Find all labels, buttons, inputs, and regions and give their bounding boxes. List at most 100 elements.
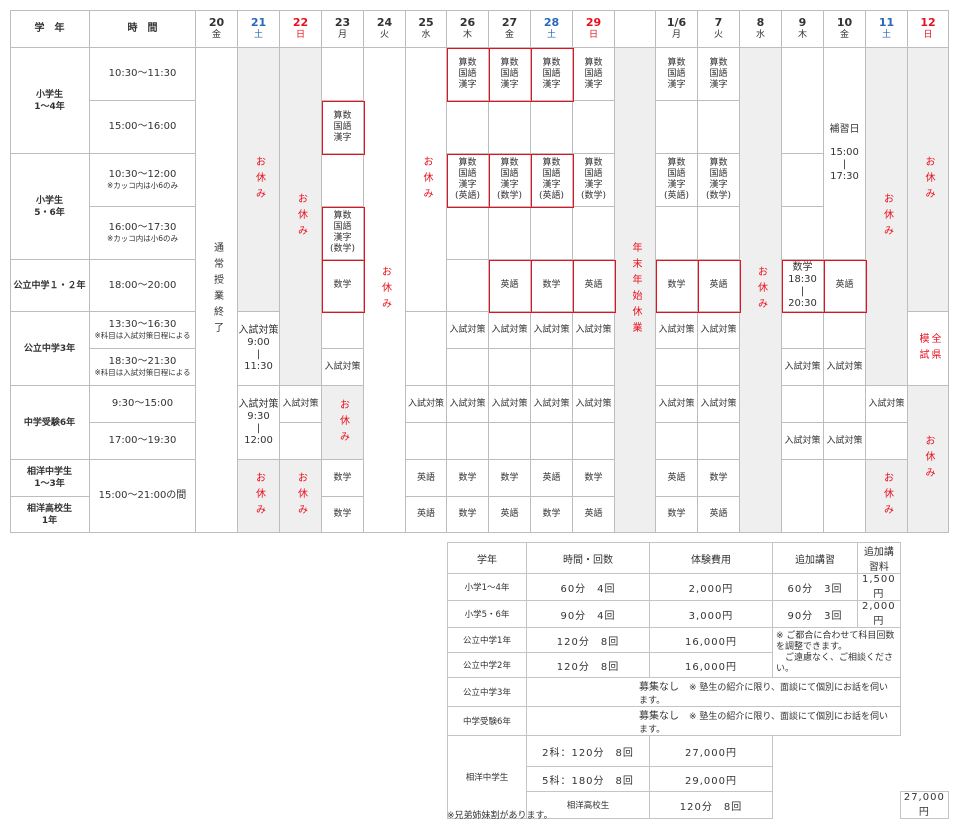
table-row: 相洋中学生 2科：120分 8回 27,000円: [447, 735, 949, 819]
cell-text: 全県 模試: [917, 332, 940, 365]
empty-cell: [489, 101, 531, 154]
exam-cell: 入試対策: [447, 386, 489, 423]
price-extra: 90分 3回: [772, 600, 858, 628]
subject-cell: 算数 国語 漢字 (英語): [447, 154, 489, 207]
empty-cell: [698, 101, 740, 154]
subject-cell: 算数 国語 漢字: [698, 48, 740, 101]
cell-text: 相洋高校生 1年: [26, 503, 72, 526]
cell-text: 入試対策: [407, 398, 444, 409]
cell-text: 入試対策: [324, 361, 361, 372]
subject-cell: 数学: [489, 460, 531, 497]
header-time: 時 間: [90, 10, 196, 48]
cell-text: 数学: [500, 472, 519, 483]
day-weekday: 月: [337, 30, 347, 40]
empty-cell: [447, 349, 489, 386]
cell-text: 入試対策: [784, 435, 821, 446]
day-number: 23: [334, 16, 351, 29]
cell-text: 小学生 5・6年: [34, 195, 65, 218]
school-end-cell: 通常授業終了: [196, 48, 238, 533]
cell-text: お休み: [253, 155, 265, 204]
cell-text: 英語: [500, 509, 519, 519]
subject-cell: 算数 国語 漢字 (数学): [322, 207, 364, 260]
cell-text: 時 間: [127, 23, 158, 34]
subject-cell: 数学: [531, 260, 573, 312]
time-label: 15:00～21:00の間: [90, 460, 196, 533]
exam-cell: 入試対策: [573, 386, 615, 423]
price-no-recruit: 募集なし ※ 塾生の紹介に限り、面談にて個別にお話を伺います。: [526, 706, 901, 736]
day-number: 22: [292, 16, 309, 29]
day-number: 25: [418, 16, 434, 29]
cell-text: 英語: [709, 509, 728, 519]
day-number: 10: [836, 16, 853, 29]
empty-cell: [698, 349, 740, 386]
day-weekday: 月: [671, 30, 681, 40]
day-weekday: 水: [421, 30, 431, 40]
cell-text: お休み: [755, 266, 767, 314]
day-header: 20 金: [196, 10, 238, 48]
cell-text: お休み: [253, 472, 265, 520]
cell-text: お休み: [923, 435, 934, 483]
cell-text: 数学 18:30 | 20:30: [788, 261, 817, 309]
price-fee: 16,000円: [649, 627, 773, 653]
cell-text: 16:00～17:30: [108, 222, 177, 233]
cell-text: 英語: [542, 472, 561, 483]
price-header: 体験費用: [649, 542, 773, 574]
cell-text: 入試対策: [658, 324, 695, 335]
day-header: 11 土: [866, 10, 908, 48]
day-header: 9木: [782, 10, 824, 48]
day-weekday: 日: [588, 30, 598, 40]
day-header: 7火: [698, 10, 740, 48]
subject-cell: 算数 国語 漢字 (英語): [656, 154, 698, 207]
cell-text: 数学: [667, 509, 686, 519]
day-number: 24: [376, 16, 393, 29]
cell-text: 入試対策: [533, 398, 570, 409]
empty-cell: [782, 386, 824, 423]
grade-label: 公立中学１・２年: [10, 260, 90, 312]
grade-label: 相洋高校生 1年: [10, 497, 90, 533]
holiday-cell: お休み: [280, 48, 322, 386]
price-grade: 中学受験6年: [447, 706, 527, 736]
day-header: 12 日: [908, 10, 949, 48]
exam-cell: 入試対策: [824, 423, 866, 460]
time-label: 10:30～11:30: [90, 48, 196, 101]
subject-cell: 算数 国語 漢字 (数学): [573, 154, 615, 207]
price-grade: 相洋中学生: [447, 735, 527, 819]
exam-cell: 入試対策: [406, 386, 447, 423]
day-header: 29 日: [573, 10, 615, 48]
exam-cell: 入試対策 9:00 | 11:30: [238, 312, 280, 386]
price-header: 追加講習: [772, 542, 858, 574]
holiday-cell: お休み: [364, 48, 406, 533]
makeup-cell: 補習日 15:00 | 17:30: [824, 48, 866, 260]
cell-text: 入試対策: [700, 398, 737, 409]
price-no-recruit: 募集なし ※ 塾生の紹介に限り、面談にて個別にお話を伺います。: [526, 677, 901, 707]
cell-text: 数学: [709, 472, 728, 483]
day-header: 21 土: [238, 10, 280, 48]
price-time: 5科：180分 8回: [526, 766, 650, 792]
subject-cell: 数学: [656, 497, 698, 533]
time-note: ※カッコ内は小6のみ: [106, 234, 179, 243]
day-number: 9: [798, 16, 807, 29]
day-number: 27: [501, 16, 518, 29]
empty-cell: [698, 423, 740, 460]
empty-cell: [489, 349, 531, 386]
cell-text: 算数 国語 漢字 (英語): [663, 158, 690, 201]
cell-text: 英語: [416, 472, 435, 483]
holiday-cell: お休み: [740, 48, 782, 533]
cell-text: 入試対策: [868, 398, 905, 409]
price-header: 追加講習料: [857, 542, 901, 574]
time-label: 13:30～16:30 ※科目は入試対策日程による: [90, 312, 196, 349]
cell-text: お休み: [337, 398, 349, 447]
grade-label: 小学生 5・6年: [10, 154, 90, 260]
cell-text: 入試対策: [784, 361, 821, 372]
makeup-label: 補習日: [829, 124, 860, 135]
day-header: 28 土: [531, 10, 573, 48]
empty-cell: [656, 349, 698, 386]
empty-cell: [782, 48, 824, 154]
cell-text: 入試対策: [449, 324, 486, 335]
grade-label: 公立中学3年: [10, 312, 90, 386]
empty-cell: [447, 101, 489, 154]
exam-cell: 入試対策: [489, 312, 531, 349]
cell-text: 算数 国語 漢字: [500, 57, 519, 90]
cell-text: 年末年始休業: [630, 242, 641, 338]
cell-text: 入試対策: [826, 435, 863, 446]
